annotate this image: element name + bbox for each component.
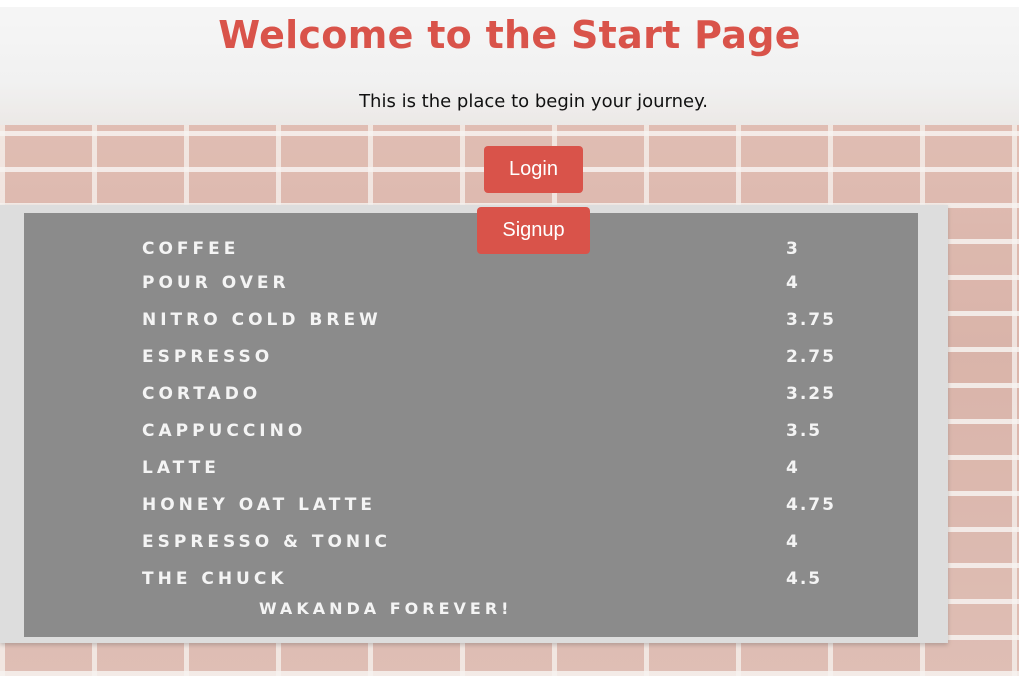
login-button[interactable]: Login [484, 146, 583, 193]
start-page-content: Welcome to the Start Page This is the pl… [0, 0, 1019, 676]
page-subtitle: This is the place to begin your journey. [359, 91, 708, 112]
signup-button[interactable]: Signup [477, 207, 590, 254]
page-title: Welcome to the Start Page [218, 13, 801, 57]
